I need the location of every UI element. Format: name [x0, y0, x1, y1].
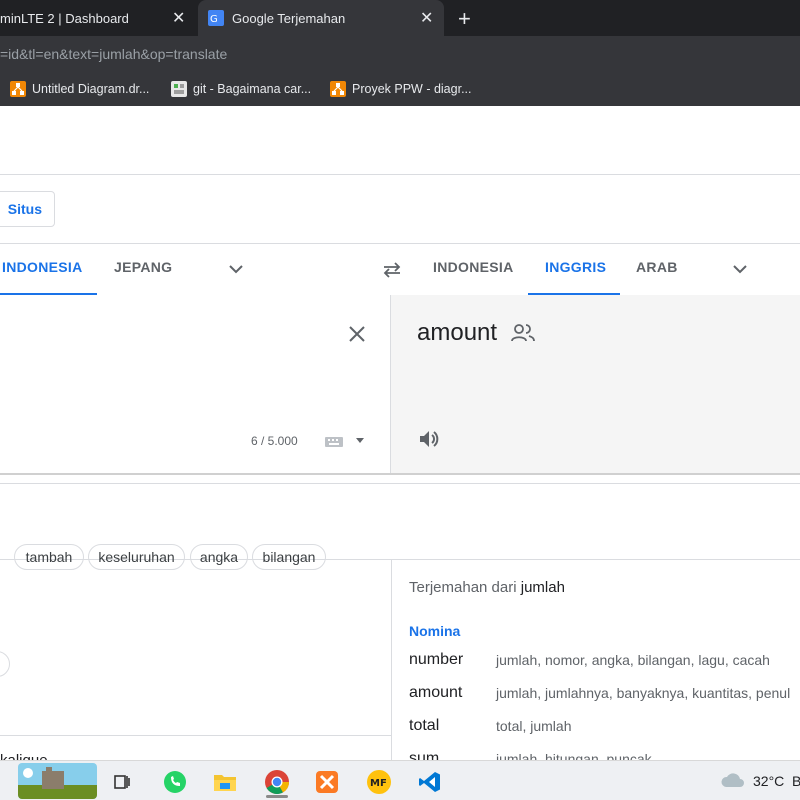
widgets-landscape-icon[interactable] [18, 763, 97, 799]
dict-word[interactable]: number [409, 651, 463, 669]
caret-down-icon[interactable] [355, 435, 365, 445]
dict-synonyms: jumlah, nomor, angka, bilangan, lagu, ca… [496, 652, 770, 668]
related-chip-partial[interactable] [0, 651, 10, 677]
keyboard-icon[interactable] [324, 435, 344, 449]
divider [0, 483, 800, 484]
dict-synonyms: jumlah, jumlahnya, banyaknya, kuantitas,… [496, 685, 791, 701]
svg-text:G: G [210, 14, 218, 25]
target-lang-inggris[interactable]: INGGRIS [545, 259, 606, 275]
tab-title: Google Terjemahan [232, 10, 346, 26]
weather-temperature[interactable]: 32°C [753, 773, 784, 789]
bookmark-untitled-diagram[interactable]: Untitled Diagram.dr... [10, 79, 149, 99]
task-view-icon[interactable] [105, 765, 139, 799]
situs-label: Situs [7, 201, 42, 217]
related-chip-angka[interactable]: angka [190, 544, 248, 570]
stackoverflow-icon [171, 81, 187, 97]
translation-result: amount [417, 319, 498, 346]
google-translate-favicon-icon: G [208, 10, 224, 26]
xampp-icon[interactable] [310, 765, 344, 799]
swap-languages-icon[interactable] [382, 260, 402, 280]
bookmark-git[interactable]: git - Bagaimana car... [171, 79, 311, 99]
chrome-icon[interactable] [260, 765, 294, 799]
weather-suffix: B [792, 773, 800, 789]
weather-cloud-icon[interactable] [719, 772, 745, 790]
new-tab-icon[interactable]: + [458, 6, 471, 32]
chip-label: keseluruhan [98, 549, 175, 565]
chip-label: tambah [25, 549, 73, 565]
situs-mode-button[interactable]: Situs [0, 191, 55, 227]
bookmarks-bar: Untitled Diagram.dr... git - Bagaimana c… [0, 72, 800, 106]
listen-speaker-icon[interactable] [417, 428, 439, 450]
tab-adminlte[interactable]: minLTE 2 | Dashboard ✕ [0, 0, 196, 36]
dictionary-header-prefix: Terjemahan dari [409, 579, 517, 596]
close-tab-icon[interactable]: ✕ [172, 8, 185, 28]
translate-page: Situs INDONESIA JEPANG INDONESIA INGGRIS… [0, 107, 800, 760]
source-lang-jepang[interactable]: JEPANG [114, 259, 172, 275]
vscode-icon[interactable] [413, 765, 447, 799]
related-chip-bilangan[interactable]: bilangan [252, 544, 326, 570]
dict-synonyms: jumlah, hitungan, puncak [496, 751, 652, 760]
related-chip-tambah[interactable]: tambah [14, 544, 84, 570]
divider [0, 174, 800, 175]
panel-shadow [0, 473, 800, 475]
bookmark-label: Proyek PPW - diagr... [352, 82, 472, 96]
dictionary-header: Terjemahan dari jumlah [409, 579, 565, 596]
drawio-icon [10, 81, 26, 97]
target-lang-indonesia[interactable]: INDONESIA [433, 259, 514, 275]
partial-text: kalique [0, 752, 48, 760]
windows-taskbar: MF 32°C B [0, 760, 800, 800]
chevron-down-icon[interactable] [732, 261, 748, 277]
svg-text:MF: MF [370, 778, 387, 789]
mf-app-icon[interactable]: MF [362, 765, 396, 799]
dict-word[interactable]: sum [409, 750, 439, 760]
clear-text-icon[interactable] [348, 325, 366, 343]
dict-word[interactable]: total [409, 717, 439, 735]
dict-word[interactable]: amount [409, 684, 462, 702]
related-chip-keseluruhan[interactable]: keseluruhan [88, 544, 185, 570]
tab-title: minLTE 2 | Dashboard [0, 10, 129, 26]
active-app-indicator [266, 795, 288, 798]
char-counter: 6 / 5.000 [251, 434, 298, 448]
browser-tab-bar: minLTE 2 | Dashboard ✕ G Google Terjemah… [0, 0, 800, 36]
part-of-speech: Nomina [409, 623, 461, 639]
bookmark-proyek-ppw[interactable]: Proyek PPW - diagr... [330, 79, 471, 99]
chip-label: bilangan [262, 549, 316, 565]
chip-label: angka [199, 549, 239, 565]
gender-specific-icon[interactable] [510, 323, 536, 343]
divider [0, 735, 391, 736]
whatsapp-icon[interactable] [158, 765, 192, 799]
bookmark-label: git - Bagaimana car... [193, 82, 312, 96]
tab-google-translate[interactable]: G Google Terjemahan ✕ [198, 0, 444, 36]
file-explorer-icon[interactable] [208, 765, 242, 799]
dictionary-header-word: jumlah [520, 579, 565, 596]
dict-synonyms: total, jumlah [496, 718, 572, 734]
address-bar[interactable]: =id&tl=en&text=jumlah&op=translate [0, 36, 800, 72]
source-lang-indonesia[interactable]: INDONESIA [2, 259, 83, 275]
close-tab-icon[interactable]: ✕ [420, 8, 433, 28]
bookmark-label: Untitled Diagram.dr... [32, 82, 150, 96]
chevron-down-icon[interactable] [228, 261, 244, 277]
divider [0, 243, 800, 244]
target-lang-arab[interactable]: ARAB [636, 259, 678, 275]
drawio-icon [330, 81, 346, 97]
url-text[interactable]: =id&tl=en&text=jumlah&op=translate [0, 36, 227, 72]
